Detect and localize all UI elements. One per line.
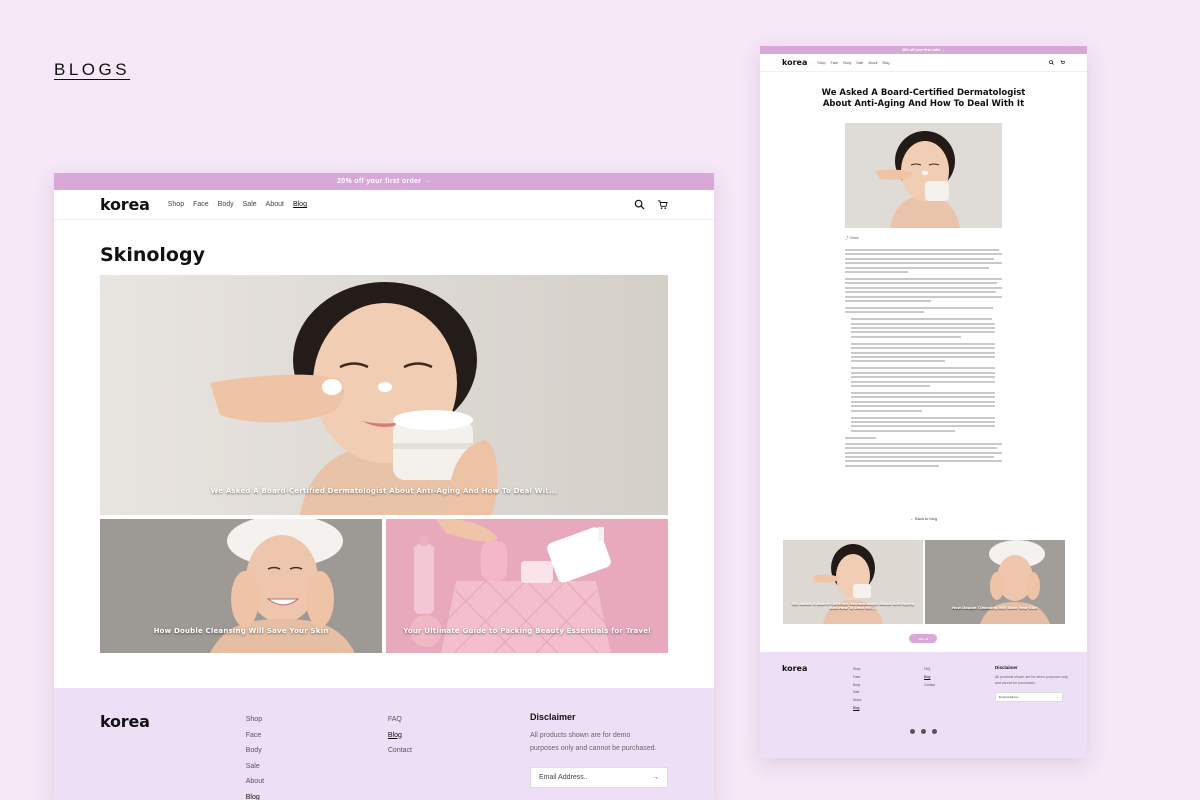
nav-item-about[interactable]: About — [266, 201, 284, 208]
blog-card[interactable]: How Double Cleansing Will Save Your Skin — [100, 519, 382, 653]
copyright — [760, 742, 1087, 746]
footer-links-help: FAQ Blog Contact — [924, 666, 935, 689]
disclaimer-text: All products shown are for demo purposes… — [995, 675, 1068, 685]
article-hero-image — [845, 123, 1002, 228]
email-placeholder: Email Address.. — [999, 695, 1020, 699]
footer-links-shop: Shop Face Body Sale About Blog — [246, 712, 388, 800]
page-title: Skinology — [100, 244, 205, 266]
arrow-right-icon[interactable]: → — [1056, 695, 1059, 699]
disclaimer-title: Disclaimer — [530, 712, 576, 722]
promo-bar[interactable]: 20% off your first order → — [54, 173, 714, 190]
footer-link[interactable]: FAQ — [924, 666, 935, 674]
section-label: BLOGS — [54, 60, 131, 79]
related-post-card[interactable]: We Asked A Board-Certified Dermatologist… — [783, 540, 923, 624]
instagram-icon[interactable] — [910, 729, 915, 734]
blog-card[interactable]: Your Ultimate Guide to Packing Beauty Es… — [386, 519, 668, 653]
footer-link[interactable]: Body — [853, 682, 861, 690]
footer-link[interactable]: FAQ — [388, 712, 530, 728]
nav-item-sale[interactable]: Sale — [243, 201, 257, 208]
nav-item-body[interactable]: Body — [843, 61, 851, 65]
view-all-button[interactable]: View all — [909, 634, 937, 643]
footer-link[interactable]: Blog — [853, 705, 861, 713]
nav-item-shop[interactable]: Shop — [168, 201, 184, 208]
featured-post-title[interactable]: We Asked A Board-Certified Dermatologist… — [100, 487, 668, 495]
footer-link[interactable]: Face — [853, 674, 861, 682]
footer-disclaimer: Disclaimer All products shown are for de… — [530, 712, 668, 800]
featured-post-image — [100, 275, 668, 515]
nav-item-blog[interactable]: Blog — [883, 61, 890, 65]
footer-links-help: FAQ Blog Contact — [388, 712, 530, 800]
site-footer: korea Shop Face Body Sale About Blog FAQ… — [760, 652, 1087, 758]
disclaimer-title: Disclaimer — [995, 665, 1018, 670]
related-post-title[interactable]: We Asked A Board-Certified Dermatologist… — [783, 602, 923, 610]
article-title: We Asked A Board-Certified Dermatologist… — [821, 88, 1026, 109]
footer-link[interactable]: Body — [246, 743, 388, 759]
footer-disclaimer: Disclaimer All products shown are for de… — [995, 665, 1070, 702]
search-icon[interactable] — [1049, 60, 1054, 65]
site-header: korea Shop Face Body Sale About Blog — [54, 190, 714, 220]
search-icon[interactable] — [634, 199, 645, 210]
footer-link[interactable]: Blog — [246, 790, 388, 800]
blog-card-title[interactable]: How Double Cleansing Will Save Your Skin — [100, 627, 382, 635]
cart-icon[interactable] — [657, 199, 668, 210]
nav-item-face[interactable]: Face — [193, 201, 209, 208]
promo-bar[interactable]: 20% off your first order → — [760, 46, 1087, 54]
share-button[interactable]: ⤴ Share — [845, 236, 859, 241]
blog-listing-mockup: 20% off your first order → korea Shop Fa… — [54, 173, 714, 800]
site-logo[interactable]: korea — [782, 58, 807, 67]
footer-link[interactable]: Face — [246, 728, 388, 744]
footer-link[interactable]: Shop — [246, 712, 388, 728]
nav-item-shop[interactable]: Shop — [817, 61, 825, 65]
article-page-mockup: 20% off your first order → korea Shop Fa… — [760, 46, 1087, 758]
main-nav: Shop Face Body Sale About Blog — [817, 61, 889, 65]
footer-logo[interactable]: korea — [782, 664, 807, 673]
email-placeholder: Email Address.. — [539, 774, 588, 781]
disclaimer-text: All products shown are for demo purposes… — [530, 732, 657, 752]
related-post-image — [925, 540, 1065, 624]
email-field[interactable]: Email Address.. → — [995, 692, 1063, 702]
nav-item-body[interactable]: Body — [218, 201, 234, 208]
footer-link[interactable]: Contact — [388, 743, 530, 759]
related-post-title[interactable]: How Double Cleansing Will Save Your Skin — [925, 606, 1065, 610]
site-footer: korea Shop Face Body Sale About Blog FAQ… — [54, 688, 714, 800]
footer-logo[interactable]: korea — [100, 712, 150, 800]
main-nav: Shop Face Body Sale About Blog — [168, 201, 307, 208]
tiktok-icon[interactable] — [921, 729, 926, 734]
arrow-right-icon[interactable]: → — [652, 774, 659, 781]
cart-icon[interactable] — [1060, 60, 1065, 65]
nav-item-face[interactable]: Face — [831, 61, 839, 65]
nav-item-about[interactable]: About — [868, 61, 877, 65]
social-links — [760, 729, 1087, 734]
footer-link[interactable]: Sale — [246, 759, 388, 775]
article-date — [760, 113, 1087, 117]
nav-item-sale[interactable]: Sale — [856, 61, 863, 65]
pinterest-icon[interactable] — [932, 729, 937, 734]
featured-post[interactable]: We Asked A Board-Certified Dermatologist… — [100, 275, 668, 515]
footer-link[interactable]: Contact — [924, 682, 935, 690]
footer-link[interactable]: Blog — [388, 728, 530, 744]
related-post-card[interactable]: How Double Cleansing Will Save Your Skin — [925, 540, 1065, 624]
article-body — [845, 249, 1002, 469]
back-to-blog-link[interactable]: ← Back to blog — [760, 516, 1087, 521]
site-logo[interactable]: korea — [100, 195, 150, 214]
footer-links-shop: Shop Face Body Sale About Blog — [853, 666, 861, 713]
related-post-image — [783, 540, 923, 624]
footer-link[interactable]: Shop — [853, 666, 861, 674]
blog-card-title[interactable]: Your Ultimate Guide to Packing Beauty Es… — [386, 627, 668, 635]
footer-link[interactable]: About — [246, 774, 388, 790]
footer-link[interactable]: Sale — [853, 689, 861, 697]
nav-item-blog[interactable]: Blog — [293, 201, 307, 208]
email-field[interactable]: Email Address.. → — [530, 767, 668, 788]
site-header: korea Shop Face Body Sale About Blog — [760, 54, 1087, 72]
footer-link[interactable]: About — [853, 697, 861, 705]
footer-link[interactable]: Blog — [924, 674, 935, 682]
